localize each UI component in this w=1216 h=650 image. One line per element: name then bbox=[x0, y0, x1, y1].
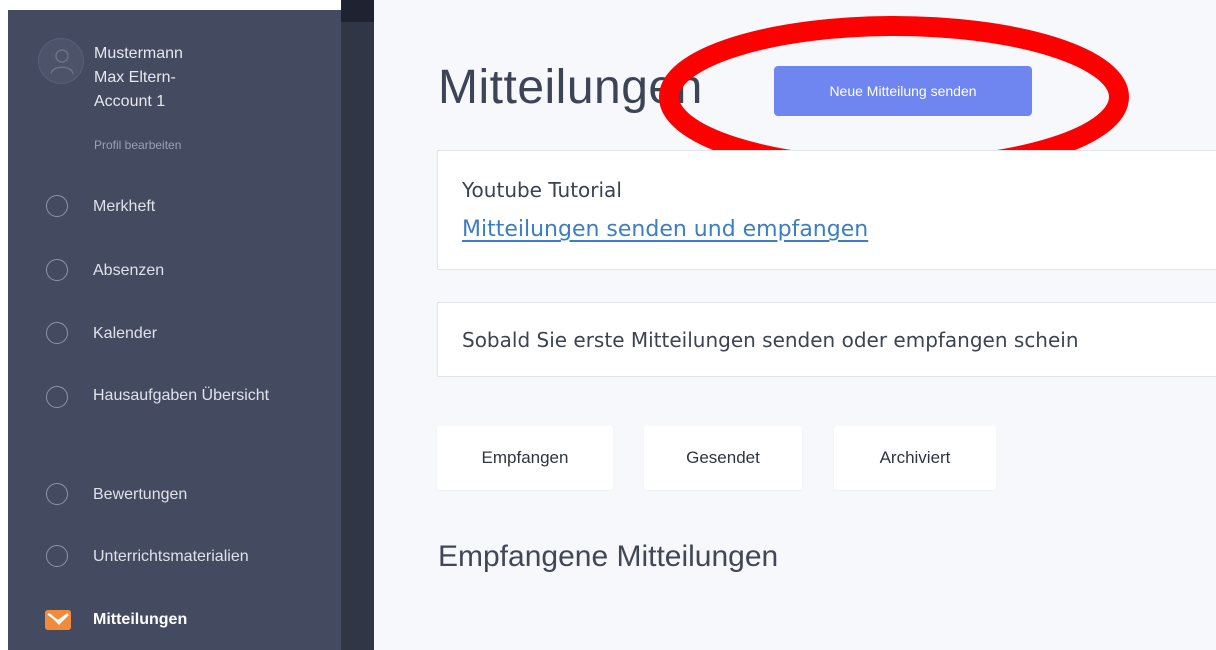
edit-profile-link[interactable]: Profil bearbeiten bbox=[94, 138, 181, 152]
mail-icon bbox=[45, 610, 71, 630]
sidebar-item-label: Hausaufgaben Übersicht bbox=[93, 387, 270, 404]
sidebar-item-label: Bewertungen bbox=[93, 486, 188, 503]
user-avatar-icon bbox=[50, 49, 74, 74]
sidebar-item-unterrichtsmaterialien[interactable]: Unterrichtsmaterialien bbox=[38, 535, 338, 575]
sidebar-item-label: Kalender bbox=[93, 325, 158, 342]
mail-icon-svg bbox=[45, 610, 71, 630]
user-name: Mustermann Max Eltern- Account 1 bbox=[94, 42, 294, 114]
sidebar-edge bbox=[341, 0, 374, 650]
circle-icon bbox=[46, 195, 68, 217]
tutorial-link[interactable]: Mitteilungen senden und empfangen bbox=[462, 217, 868, 242]
sidebar-item-label: Absenzen bbox=[93, 262, 165, 279]
user-name-line-2: Max Eltern- bbox=[94, 69, 176, 86]
sidebar-item-label: Merkheft bbox=[93, 198, 156, 215]
circle-icon bbox=[46, 483, 68, 505]
sidebar-item-label: Mitteilungen bbox=[93, 611, 188, 628]
tab-gesendet[interactable]: Gesendet bbox=[644, 426, 802, 490]
sidebar-item-label: Unterrichtsmaterialien bbox=[93, 548, 249, 565]
tutorial-label: Youtube Tutorial bbox=[462, 178, 622, 202]
sidebar-item-hausaufgaben[interactable]: Hausaufgaben Übersicht bbox=[38, 376, 338, 448]
sidebar-item-merkheft[interactable]: Merkheft bbox=[38, 185, 338, 225]
circle-icon bbox=[46, 322, 68, 344]
circle-icon bbox=[46, 386, 68, 408]
section-title: Empfangene Mitteilungen bbox=[438, 540, 779, 573]
user-name-line-3: Account 1 bbox=[94, 93, 166, 110]
tutorial-card: Youtube Tutorial Mitteilungen senden und… bbox=[437, 150, 1216, 270]
tab-archiviert[interactable]: Archiviert bbox=[834, 426, 996, 490]
avatar-icon[interactable] bbox=[38, 38, 84, 84]
user-name-line-1: Mustermann bbox=[94, 45, 183, 62]
circle-icon bbox=[46, 259, 68, 281]
tab-empfangen[interactable]: Empfangen bbox=[437, 426, 613, 490]
sidebar-item-mitteilungen[interactable]: Mitteilungen bbox=[38, 598, 338, 638]
sidebar-item-bewertungen[interactable]: Bewertungen bbox=[38, 473, 338, 513]
sidebar-item-absenzen[interactable]: Absenzen bbox=[38, 249, 338, 289]
circle-icon bbox=[46, 545, 68, 567]
empty-notice-card: Sobald Sie erste Mitteilungen senden ode… bbox=[437, 302, 1216, 377]
sidebar-edge-top bbox=[341, 0, 374, 22]
sidebar-item-kalender[interactable]: Kalender bbox=[38, 312, 338, 352]
empty-notice-text: Sobald Sie erste Mitteilungen senden ode… bbox=[462, 328, 1079, 352]
